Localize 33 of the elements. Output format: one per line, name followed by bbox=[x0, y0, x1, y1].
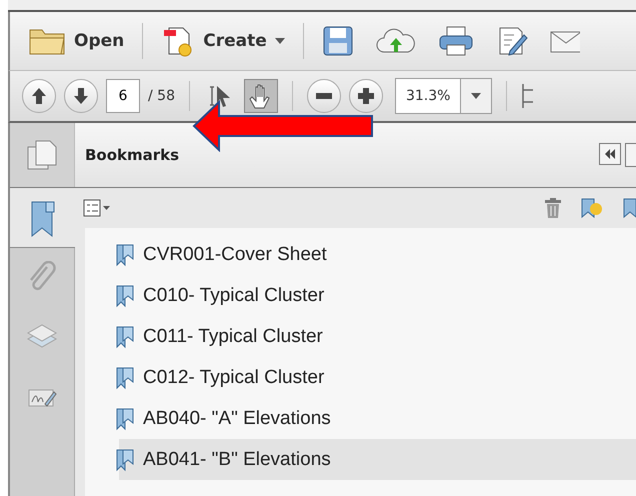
caret-icon bbox=[471, 93, 482, 99]
new-bookmark-icon[interactable] bbox=[580, 197, 604, 219]
plus-icon bbox=[358, 88, 374, 104]
pages-icon[interactable] bbox=[25, 138, 59, 172]
up-arrow-icon bbox=[32, 88, 46, 104]
zoom-out-button[interactable] bbox=[306, 79, 341, 113]
caret-icon bbox=[274, 38, 285, 44]
fit-page-icon[interactable] bbox=[521, 82, 534, 110]
zoom-in-button[interactable] bbox=[348, 79, 383, 113]
page-number-field[interactable]: 6 bbox=[106, 79, 140, 113]
bookmark-icon[interactable] bbox=[622, 197, 636, 219]
down-arrow-icon bbox=[74, 88, 88, 104]
zoom-dropdown[interactable]: 31.3% bbox=[394, 78, 492, 114]
bookmark-item[interactable]: CVR001-Cover Sheet bbox=[85, 234, 636, 275]
list-options-icon bbox=[83, 199, 111, 217]
previous-page-button[interactable] bbox=[22, 79, 56, 113]
options-button[interactable] bbox=[83, 199, 111, 217]
next-page-button[interactable] bbox=[64, 79, 98, 113]
bookmark-item[interactable]: C012- Typical Cluster bbox=[85, 357, 636, 398]
bookmark-item[interactable]: AB040- "A" Elevations bbox=[85, 398, 636, 439]
bookmark-tab[interactable] bbox=[10, 188, 75, 248]
page-total: / 58 bbox=[148, 88, 175, 104]
minus-icon bbox=[316, 93, 332, 99]
double-left-arrow-icon bbox=[604, 148, 616, 160]
bookmark-item[interactable]: C010- Typical Cluster bbox=[85, 275, 636, 316]
bookmark-item[interactable]: C011- Typical Cluster bbox=[85, 316, 636, 357]
hand-tool-icon[interactable] bbox=[244, 79, 278, 113]
create-button[interactable]: Create bbox=[157, 20, 289, 62]
panel-title: Bookmarks bbox=[85, 146, 180, 164]
panel-button[interactable] bbox=[625, 143, 636, 167]
collapse-panel-button[interactable] bbox=[599, 143, 621, 165]
delete-icon[interactable] bbox=[544, 198, 562, 218]
open-button[interactable]: Open bbox=[24, 22, 128, 60]
